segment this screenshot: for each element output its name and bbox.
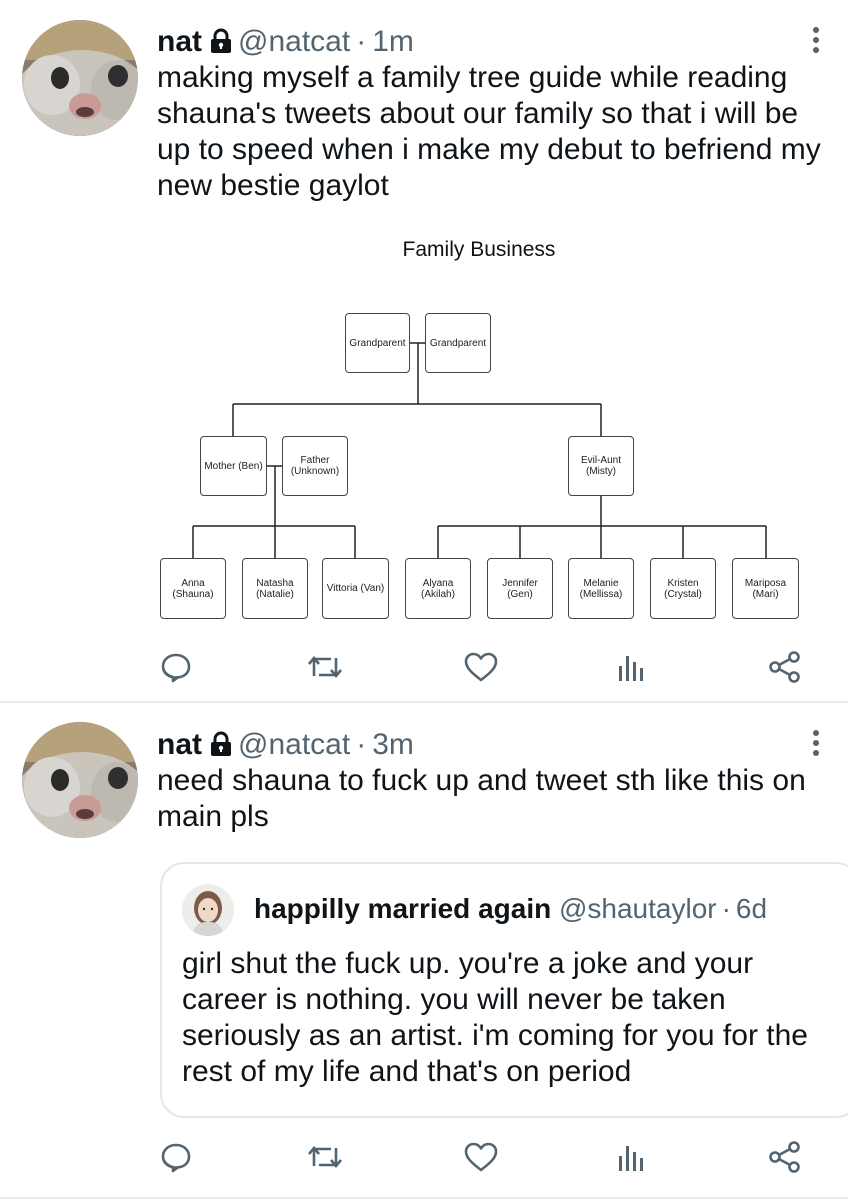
family-tree-image[interactable]: Family Business Grandparent Grandparent …: [157, 230, 817, 630]
analytics-icon[interactable]: [609, 1135, 653, 1179]
display-name[interactable]: nat: [157, 25, 202, 58]
node-child: Anna (Shauna): [160, 558, 226, 619]
quoted-tweet[interactable]: happilly married again @shautaylor · 6d gi…: [160, 862, 848, 1118]
quoted-avatar[interactable]: [182, 884, 234, 936]
node-child: Alyana (Akilah): [405, 558, 471, 619]
tweet-divider: [0, 1197, 848, 1199]
tweet-actions: [0, 1135, 848, 1179]
quoted-text: girl shut the fuck up. you're a joke and…: [182, 947, 808, 1088]
node-evil-aunt: Evil-Aunt (Misty): [568, 436, 634, 496]
tweet-text: need shauna to fuck up and tweet sth lik…: [157, 764, 806, 833]
quoted-header: happilly married again @shautaylor · 6d: [254, 892, 767, 926]
node-child: Vittoria (Van): [322, 558, 389, 619]
like-icon[interactable]: [459, 645, 503, 689]
more-icon[interactable]: [810, 727, 822, 763]
separator: ·: [721, 893, 731, 924]
reply-icon[interactable]: [154, 645, 198, 689]
node-child: Kristen (Crystal): [650, 558, 716, 619]
retweet-icon[interactable]: [303, 1135, 347, 1179]
lock-icon: [208, 730, 234, 766]
quoted-display-name[interactable]: happilly married again: [254, 893, 551, 924]
reply-icon[interactable]: [154, 1135, 198, 1179]
lock-icon: [208, 27, 234, 63]
tweet-actions: [0, 645, 848, 689]
tweet-header: nat @natcat · 3m: [157, 727, 414, 766]
analytics-icon[interactable]: [609, 645, 653, 689]
more-icon[interactable]: [810, 24, 822, 60]
separator: ·: [356, 25, 367, 58]
timestamp[interactable]: 3m: [372, 728, 414, 761]
node-grandparent-2: Grandparent: [425, 313, 491, 373]
tweet-1[interactable]: nat @natcat · 1m making myself a family tre…: [0, 0, 848, 702]
share-icon[interactable]: [763, 645, 807, 689]
node-father: Father (Unknown): [282, 436, 348, 496]
handle[interactable]: @natcat: [238, 728, 350, 761]
node-child: Mariposa (Mari): [732, 558, 799, 619]
tweet-header: nat @natcat · 1m: [157, 24, 414, 63]
like-icon[interactable]: [459, 1135, 503, 1179]
timestamp[interactable]: 1m: [372, 25, 414, 58]
separator: ·: [356, 728, 367, 761]
avatar[interactable]: [22, 722, 138, 838]
node-child: Jennifer (Gen): [487, 558, 553, 619]
retweet-icon[interactable]: [303, 645, 347, 689]
node-grandparent-1: Grandparent: [345, 313, 410, 373]
avatar[interactable]: [22, 20, 138, 136]
cat-avatar-image: [22, 20, 138, 136]
share-icon[interactable]: [763, 1135, 807, 1179]
node-mother: Mother (Ben): [200, 436, 267, 496]
display-name[interactable]: nat: [157, 728, 202, 761]
cat-avatar-image: [22, 722, 138, 838]
quoted-timestamp[interactable]: 6d: [736, 893, 767, 924]
quoted-handle[interactable]: @shautaylor: [559, 893, 717, 924]
node-child: Natasha (Natalie): [242, 558, 308, 619]
node-child: Melanie (Mellissa): [568, 558, 634, 619]
handle[interactable]: @natcat: [238, 25, 350, 58]
quoted-avatar-image: [182, 884, 234, 936]
tweet-text: making myself a family tree guide while …: [157, 61, 821, 202]
